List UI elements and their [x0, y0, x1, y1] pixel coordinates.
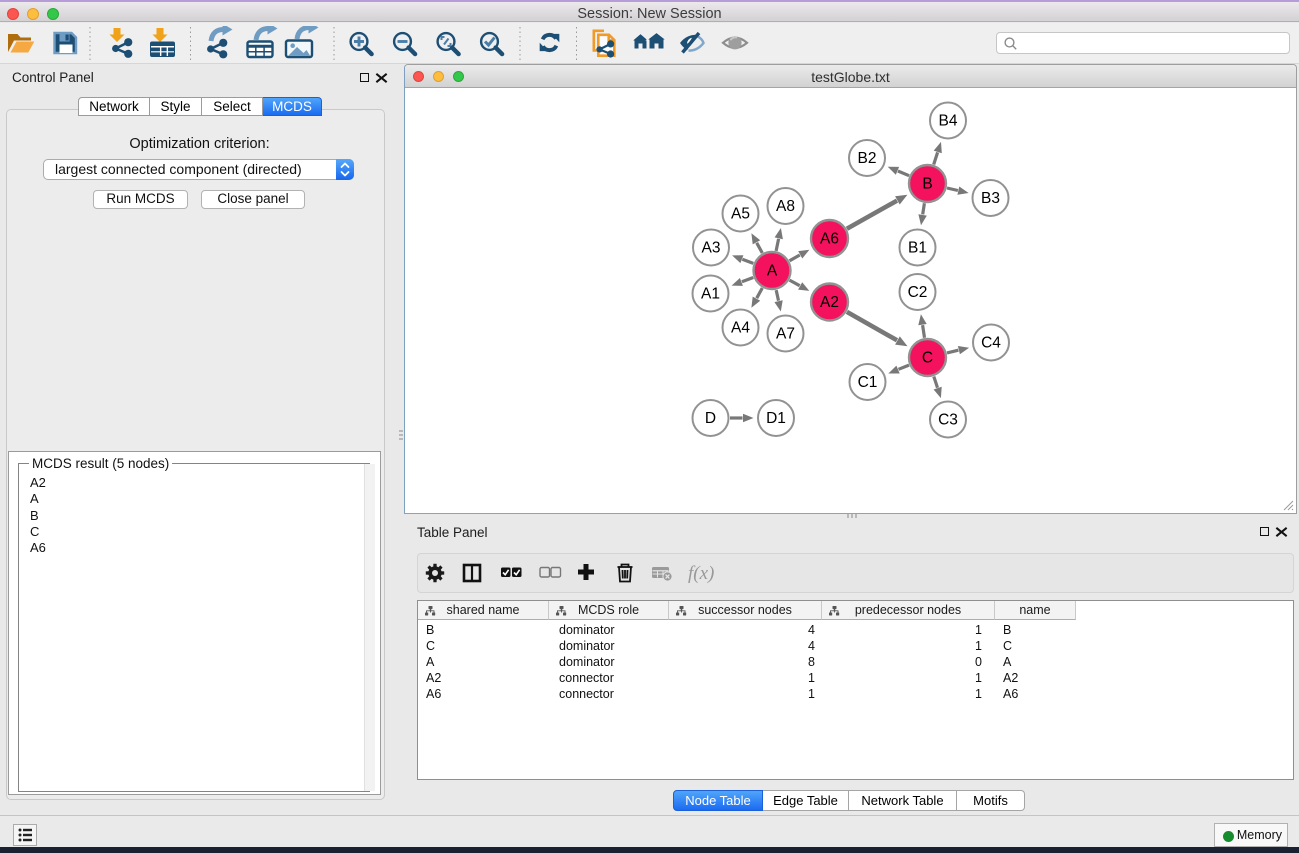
svg-text:B: B	[922, 176, 932, 193]
svg-text:C3: C3	[938, 412, 958, 429]
svg-text:B3: B3	[981, 190, 1000, 207]
svg-text:D: D	[705, 410, 716, 427]
svg-text:C: C	[922, 350, 933, 367]
svg-text:A5: A5	[731, 206, 750, 223]
svg-text:A: A	[767, 263, 778, 280]
svg-text:A3: A3	[702, 240, 721, 257]
svg-text:B4: B4	[939, 113, 958, 130]
svg-text:A8: A8	[776, 198, 795, 215]
svg-text:A1: A1	[701, 286, 720, 303]
svg-text:A7: A7	[776, 326, 795, 343]
svg-text:B1: B1	[908, 240, 927, 257]
svg-text:C4: C4	[981, 335, 1001, 352]
svg-text:D1: D1	[766, 410, 786, 427]
svg-text:A6: A6	[820, 231, 839, 248]
svg-text:B2: B2	[858, 150, 877, 167]
svg-text:C2: C2	[908, 284, 928, 301]
svg-text:A2: A2	[820, 294, 839, 311]
svg-text:A4: A4	[731, 320, 750, 337]
svg-text:C1: C1	[858, 374, 878, 391]
svg-text:f(x): f(x)	[688, 563, 714, 584]
